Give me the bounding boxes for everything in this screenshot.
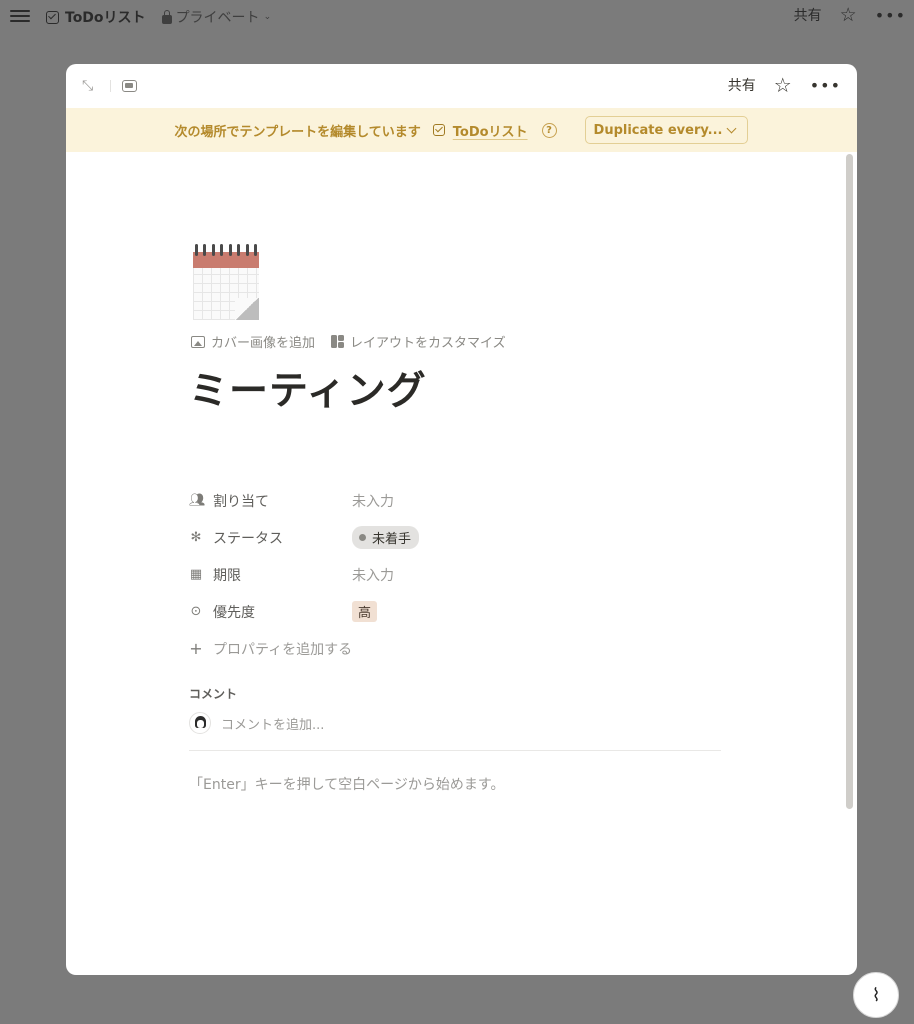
priority-icon: ⊙	[190, 603, 202, 619]
help-button[interactable]: ⌇	[853, 972, 899, 1018]
property-name: 期限	[213, 567, 241, 584]
calendar-icon: ▦	[189, 566, 203, 582]
comment-input[interactable]: コメントを追加...	[221, 714, 324, 733]
property-row-assignee[interactable]: 👥︎ 割り当て 未入力	[189, 482, 721, 519]
content-divider	[189, 750, 721, 751]
property-row-priority[interactable]: ⊙ 優先度 高	[189, 593, 721, 630]
sidebar-menu-icon[interactable]	[10, 7, 30, 25]
property-name: 割り当て	[213, 493, 269, 510]
breadcrumb-title[interactable]: ToDoリスト	[65, 7, 146, 27]
property-value[interactable]: 未入力	[352, 565, 394, 585]
chevron-down-icon: ⌄	[263, 12, 272, 22]
privacy-indicator[interactable]: プライベート ⌄	[161, 7, 272, 27]
privacy-label: プライベート	[175, 10, 260, 26]
add-property-label: プロパティを追加する	[213, 641, 353, 658]
property-value[interactable]: 未入力	[352, 491, 394, 511]
properties-list: 👥︎ 割り当て 未入力 ✻ ステータス 未着手 ▦ 期限 未入力 ⊙ 優先度 高…	[189, 482, 721, 667]
breadcrumb[interactable]: ToDoリスト プライベート ⌄	[46, 7, 271, 27]
customize-layout-button[interactable]: レイアウトをカスタマイズ	[331, 332, 506, 351]
add-property-button[interactable]: + プロパティを追加する	[189, 630, 721, 667]
add-cover-label: カバー画像を追加	[211, 336, 316, 351]
checkbox-icon	[432, 124, 445, 136]
people-icon: 👥︎	[189, 492, 206, 508]
status-icon: ✻	[190, 529, 202, 545]
page-title[interactable]: ミーティング	[189, 360, 427, 416]
checkbox-icon	[46, 10, 59, 24]
add-cover-button[interactable]: カバー画像を追加	[191, 332, 315, 351]
customize-layout-label: レイアウトをカスタマイズ	[350, 336, 506, 351]
lock-icon	[161, 9, 172, 24]
modal-header: ⤡ 共有 ☆ •••	[66, 64, 857, 108]
template-banner-text: 次の場所でテンプレートを編集しています	[174, 124, 421, 140]
expand-icon[interactable]: ⤡	[82, 78, 98, 94]
duplicate-label: Duplicate every...	[593, 122, 723, 138]
template-banner: 次の場所でテンプレートを編集しています ToDoリスト ? Duplicate …	[66, 108, 857, 152]
comments-heading: コメント	[189, 687, 238, 701]
app-topbar: ToDoリスト プライベート ⌄ 共有 ☆ •••	[0, 0, 914, 34]
modal-share-button[interactable]: 共有	[728, 75, 756, 95]
image-icon	[191, 335, 205, 348]
status-label: 未着手	[372, 532, 412, 547]
divider	[110, 80, 111, 92]
favorite-star-icon[interactable]: ☆	[774, 75, 792, 95]
priority-tag[interactable]: 高	[352, 601, 378, 622]
peek-mode-icon[interactable]	[122, 80, 137, 92]
chevron-down-icon	[727, 123, 737, 133]
avatar	[189, 712, 211, 734]
empty-page-hint[interactable]: 「Enter」キーを押して空白ページから始めます。	[189, 774, 504, 794]
calendar-page-icon[interactable]	[193, 244, 259, 320]
database-link[interactable]: ToDoリスト	[453, 121, 528, 140]
share-button[interactable]: 共有	[794, 5, 822, 25]
status-tag[interactable]: 未着手	[352, 526, 420, 549]
property-row-status[interactable]: ✻ ステータス 未着手	[189, 519, 721, 556]
more-options-icon[interactable]: •••	[875, 6, 906, 25]
property-name: 優先度	[213, 604, 255, 621]
page-modal: ⤡ 共有 ☆ ••• 次の場所でテンプレートを編集しています ToDoリスト ?…	[66, 64, 857, 975]
property-row-due-date[interactable]: ▦ 期限 未入力	[189, 556, 721, 593]
modal-more-icon[interactable]: •••	[810, 76, 841, 95]
duplicate-dropdown[interactable]: Duplicate every...	[584, 116, 749, 144]
page-controls: カバー画像を追加 レイアウトをカスタマイズ	[191, 332, 506, 351]
comment-input-row[interactable]: コメントを追加...	[189, 712, 324, 734]
star-icon[interactable]: ☆	[840, 5, 857, 25]
status-dot	[359, 534, 366, 541]
help-icon[interactable]: ?	[541, 122, 557, 138]
property-name: ステータス	[213, 530, 283, 547]
layout-icon	[331, 335, 345, 348]
mascot-icon: ⌇	[871, 984, 881, 1006]
scrollbar[interactable]	[846, 154, 853, 809]
plus-icon: +	[189, 638, 203, 658]
